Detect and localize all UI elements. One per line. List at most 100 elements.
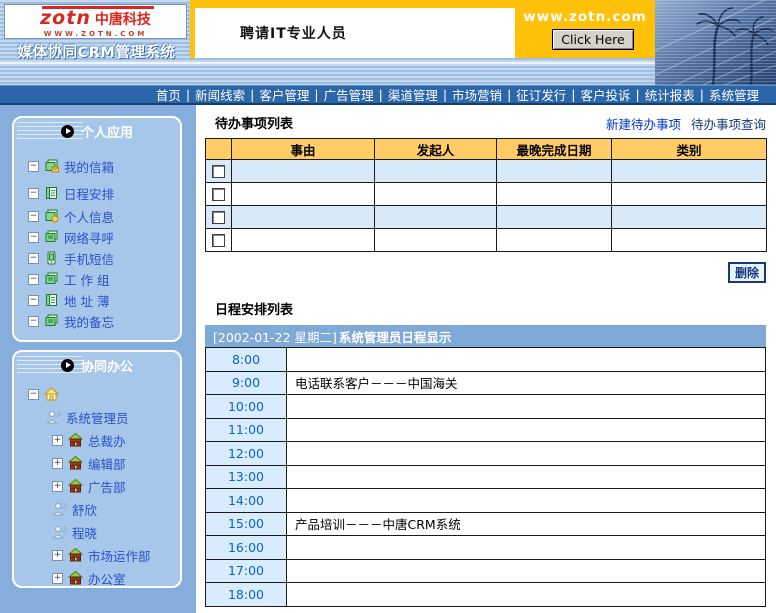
sidebar-item-cheng-xiao[interactable]: 程晓: [52, 522, 180, 542]
tree-plus-toggle[interactable]: +: [52, 550, 63, 561]
company-logo[interactable]: zotn 中唐科技 WWW.ZOTN.COM: [4, 4, 187, 39]
sidebar-item-label[interactable]: 网络寻呼: [64, 228, 114, 247]
sidebar-item-schedule[interactable]: − 日程安排: [28, 183, 180, 203]
todo-select-cell: [206, 160, 232, 183]
click-here-button[interactable]: Click Here: [552, 29, 634, 50]
sidebar-item-label[interactable]: 总裁办: [88, 431, 126, 450]
tree-minus-toggle[interactable]: −: [28, 274, 39, 285]
nav-item-marketing[interactable]: 市场营销: [447, 85, 507, 104]
panel-items-personal-apps: − 我的信箱 − 日程安排 − 个人信息 − 网络寻呼 − 手机短信 − 工 作 组 − 地 址 薄 − 我的…: [14, 144, 180, 331]
schedule-time-cell[interactable]: 15:00: [206, 512, 287, 536]
todo-cell: [232, 206, 375, 229]
todo-row: [206, 229, 767, 252]
sidebar-item-editorial-dept[interactable]: + 编辑部: [52, 453, 180, 473]
sidebar-item-address-book[interactable]: −地 址 薄: [28, 290, 180, 310]
sidebar-item-office[interactable]: + 办公室: [52, 568, 180, 588]
tree-minus-toggle[interactable]: −: [28, 161, 39, 172]
sidebar-item-label[interactable]: 程晓: [72, 523, 97, 542]
todo-column-header: 类别: [612, 139, 767, 160]
query-todo-link[interactable]: 待办事项查询: [691, 114, 766, 133]
schedule-row: 16:00: [206, 536, 766, 560]
nav-item-home[interactable]: 首页: [151, 85, 186, 104]
mailbox-icon: [44, 159, 59, 173]
sidebar-item-org-root[interactable]: −: [28, 384, 180, 404]
sidebar-item-president-office[interactable]: + 总裁办: [52, 430, 180, 450]
sidebar-item-shu-xin[interactable]: 舒欣: [52, 499, 180, 519]
schedule-time-cell[interactable]: 8:00: [206, 348, 287, 372]
nav-item-subscription[interactable]: 征订发行: [511, 85, 571, 104]
sidebar-item-label[interactable]: 我的信箱: [64, 157, 114, 176]
schedule-time-cell[interactable]: 13:00: [206, 465, 287, 489]
sidebar-item-label[interactable]: 日程安排: [64, 184, 114, 203]
sidebar-item-market-operations[interactable]: + 市场运作部: [52, 545, 180, 565]
sidebar-item-label[interactable]: 市场运作部: [88, 546, 151, 565]
todo-select-cell: [206, 183, 232, 206]
schedule-time-cell[interactable]: 9:00: [206, 371, 287, 395]
personal-info-icon: [44, 209, 59, 223]
sidebar-item-advertising-dept[interactable]: + 广告部: [52, 476, 180, 496]
tree-minus-toggle[interactable]: −: [28, 211, 39, 222]
panel-header-collaborative-office: 协同办公: [14, 352, 180, 378]
sidebar-item-label[interactable]: 工 作 组: [64, 270, 109, 289]
todo-checkbox[interactable]: [212, 188, 225, 201]
nav-item-complaints[interactable]: 客户投诉: [576, 85, 636, 104]
sidebar-item-label[interactable]: 手机短信: [64, 249, 114, 268]
schedule-time-cell[interactable]: 12:00: [206, 442, 287, 466]
nav-item-system-mgmt[interactable]: 系统管理: [704, 85, 764, 104]
sidebar-item-label[interactable]: 系统管理员: [66, 408, 129, 427]
schedule-time-cell[interactable]: 17:00: [206, 559, 287, 583]
new-todo-link[interactable]: 新建待办事项: [606, 114, 681, 133]
panel-items-collaborative-office: −系统管理员+总裁办+编辑部+广告部舒欣程晓+市场运作部+办公室: [14, 378, 180, 588]
tree-minus-toggle[interactable]: −: [28, 316, 39, 327]
sidebar-item-network-paging[interactable]: − 网络寻呼: [28, 227, 180, 247]
schedule-time-cell[interactable]: 11:00: [206, 418, 287, 442]
schedule-time-cell[interactable]: 14:00: [206, 489, 287, 513]
panel-title-collaborative-office: 协同办公: [81, 356, 133, 375]
nav-item-ad-mgmt[interactable]: 广告管理: [319, 85, 379, 104]
sidebar-item-personal-info[interactable]: − 个人信息: [28, 206, 180, 226]
sidebar-item-label[interactable]: 个人信息: [64, 207, 114, 226]
nav-item-news-leads[interactable]: 新闻线索: [190, 85, 250, 104]
tree-minus-toggle[interactable]: −: [28, 295, 39, 306]
schedule-date: [2002-01-22 星期二]: [213, 327, 337, 346]
sidebar-item-system-admin[interactable]: 系统管理员: [46, 407, 180, 427]
schedule-time-cell[interactable]: 18:00: [206, 583, 287, 607]
department-icon: [68, 433, 83, 447]
todo-row: [206, 183, 767, 206]
nav-item-customer-mgmt[interactable]: 客户管理: [254, 85, 314, 104]
ad-banner[interactable]: 聘请IT专业人员 www.zotn.com Click Here: [190, 0, 655, 58]
sidebar-item-my-mailbox[interactable]: − 我的信箱: [28, 156, 180, 176]
sidebar-item-label[interactable]: 办公室: [88, 569, 126, 588]
sidebar-item-label[interactable]: 舒欣: [72, 500, 97, 519]
tree-plus-toggle[interactable]: +: [52, 481, 63, 492]
main-panel: 待办事项列表 新建待办事项 待办事项查询 事由发起人最晚完成日期类别 删除 日程…: [196, 105, 776, 613]
palm-trees-image: [655, 0, 776, 85]
tree-plus-toggle[interactable]: +: [52, 435, 63, 446]
sidebar-item-sms[interactable]: − 手机短信: [28, 248, 180, 268]
schedule-time-cell[interactable]: 10:00: [206, 395, 287, 419]
tree-minus-toggle[interactable]: −: [28, 232, 39, 243]
sms-icon: [44, 251, 59, 265]
todo-checkbox[interactable]: [212, 165, 225, 178]
todo-cell: [375, 183, 497, 206]
sidebar-item-label[interactable]: 编辑部: [88, 454, 126, 473]
schedule-time-cell[interactable]: 16:00: [206, 536, 287, 560]
nav-item-channel-mgmt[interactable]: 渠道管理: [383, 85, 443, 104]
tree-minus-toggle[interactable]: −: [28, 253, 39, 264]
sidebar-item-label[interactable]: 地 址 薄: [64, 291, 109, 310]
network-pager-icon: [44, 230, 59, 244]
todo-checkbox[interactable]: [212, 211, 225, 224]
schedule-event-cell: [287, 536, 766, 560]
tree-minus-toggle[interactable]: −: [28, 389, 39, 400]
todo-checkbox[interactable]: [212, 234, 225, 247]
schedule-event-cell: [287, 583, 766, 607]
nav-item-reports[interactable]: 统计报表: [640, 85, 700, 104]
tree-plus-toggle[interactable]: +: [52, 458, 63, 469]
sidebar-item-workgroup[interactable]: −工 作 组: [28, 269, 180, 289]
sidebar-item-label[interactable]: 广告部: [88, 477, 126, 496]
tree-minus-toggle[interactable]: −: [28, 188, 39, 199]
sidebar-item-my-memo[interactable]: − 我的备忘: [28, 311, 180, 331]
tree-plus-toggle[interactable]: +: [52, 573, 63, 584]
delete-button[interactable]: 删除: [728, 262, 766, 283]
sidebar-item-label[interactable]: 我的备忘: [64, 312, 114, 331]
